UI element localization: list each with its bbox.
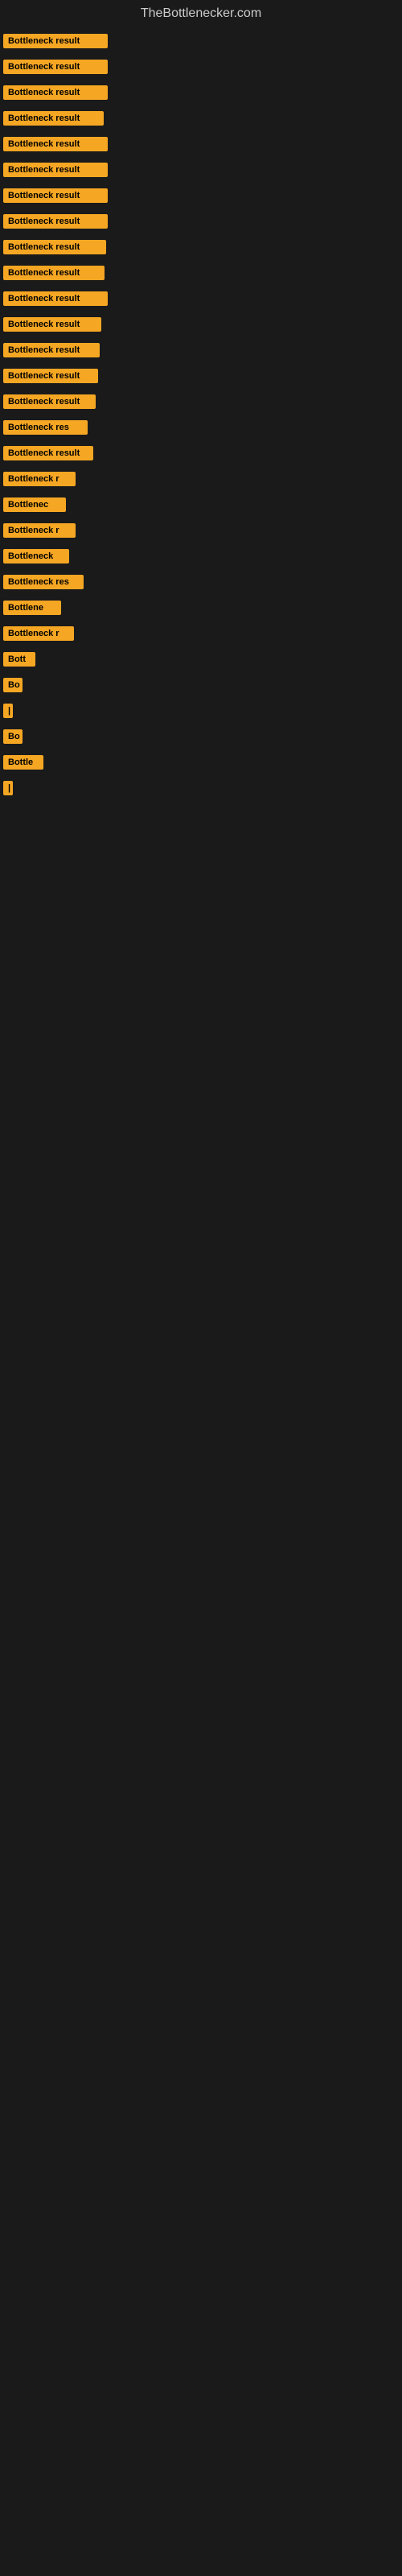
bottleneck-badge[interactable]: Bottlene	[3, 601, 61, 615]
list-item: Bottlene	[0, 596, 402, 620]
list-item: Bottleneck	[0, 544, 402, 568]
list-item: Bottleneck result	[0, 132, 402, 156]
page-wrapper: TheBottlenecker.com Bottleneck resultBot…	[0, 0, 402, 805]
bottleneck-badge[interactable]: Bottleneck result	[3, 317, 101, 332]
list-item: Bottleneck r	[0, 467, 402, 491]
list-item: |	[0, 699, 402, 723]
list-item: Bottleneck result	[0, 235, 402, 259]
bottleneck-badge[interactable]: Bottleneck result	[3, 446, 93, 460]
list-item: Bottleneck result	[0, 80, 402, 105]
bottleneck-badge[interactable]: Bottleneck result	[3, 111, 104, 126]
list-item: Bottleneck r	[0, 621, 402, 646]
list-item: Bottleneck result	[0, 287, 402, 311]
bottleneck-badge[interactable]: Bottleneck result	[3, 85, 108, 100]
list-item: Bottleneck result	[0, 441, 402, 465]
list-item: |	[0, 776, 402, 800]
bottleneck-badge[interactable]: Bottleneck	[3, 549, 69, 564]
bottleneck-badge[interactable]: Bott	[3, 652, 35, 667]
bottleneck-badge[interactable]: Bottleneck result	[3, 266, 105, 280]
list-item: Bottle	[0, 750, 402, 774]
list-item: Bottleneck result	[0, 55, 402, 79]
bottleneck-badge[interactable]: |	[3, 781, 13, 795]
bottleneck-badge[interactable]: Bottleneck result	[3, 343, 100, 357]
bottleneck-badge[interactable]: Bottle	[3, 755, 43, 770]
bottleneck-badge[interactable]: |	[3, 704, 13, 718]
list-item: Bottleneck result	[0, 312, 402, 336]
list-item: Bottleneck result	[0, 338, 402, 362]
bottleneck-badge[interactable]: Bottlenec	[3, 497, 66, 512]
bottleneck-badge[interactable]: Bottleneck result	[3, 369, 98, 383]
bottleneck-badge[interactable]: Bottleneck result	[3, 188, 108, 203]
list-item: Bottleneck res	[0, 415, 402, 440]
bottleneck-badge[interactable]: Bottleneck result	[3, 291, 108, 306]
bottleneck-badge[interactable]: Bo	[3, 729, 23, 744]
bottleneck-badge[interactable]: Bottleneck result	[3, 240, 106, 254]
list-item: Bottleneck result	[0, 364, 402, 388]
bottleneck-badge[interactable]: Bottleneck result	[3, 163, 108, 177]
list-item: Bottleneck result	[0, 390, 402, 414]
list-item: Bott	[0, 647, 402, 671]
bottleneck-badge[interactable]: Bottleneck result	[3, 137, 108, 151]
list-item: Bottleneck result	[0, 184, 402, 208]
list-item: Bottleneck result	[0, 158, 402, 182]
list-item: Bottleneck result	[0, 209, 402, 233]
bottleneck-badge[interactable]: Bottleneck res	[3, 420, 88, 435]
bottleneck-badge[interactable]: Bottleneck result	[3, 60, 108, 74]
list-item: Bo	[0, 673, 402, 697]
list-item: Bo	[0, 724, 402, 749]
list-item: Bottleneck result	[0, 29, 402, 53]
list-item: Bottleneck r	[0, 518, 402, 543]
bottleneck-list: Bottleneck result Bottleneck result Bottle…	[0, 24, 402, 805]
bottleneck-badge[interactable]: Bottleneck result	[3, 394, 96, 409]
bottleneck-badge[interactable]: Bottleneck r	[3, 472, 76, 486]
site-title: TheBottlenecker.com	[0, 0, 402, 24]
list-item: Bottlenec	[0, 493, 402, 517]
bottleneck-badge[interactable]: Bottleneck res	[3, 575, 84, 589]
list-item: Bottleneck result	[0, 106, 402, 130]
bottleneck-badge[interactable]: Bottleneck result	[3, 34, 108, 48]
bottleneck-badge[interactable]: Bo	[3, 678, 23, 692]
list-item: Bottleneck res	[0, 570, 402, 594]
bottleneck-badge[interactable]: Bottleneck r	[3, 626, 74, 641]
bottleneck-badge[interactable]: Bottleneck r	[3, 523, 76, 538]
bottleneck-badge[interactable]: Bottleneck result	[3, 214, 108, 229]
list-item: Bottleneck result	[0, 261, 402, 285]
